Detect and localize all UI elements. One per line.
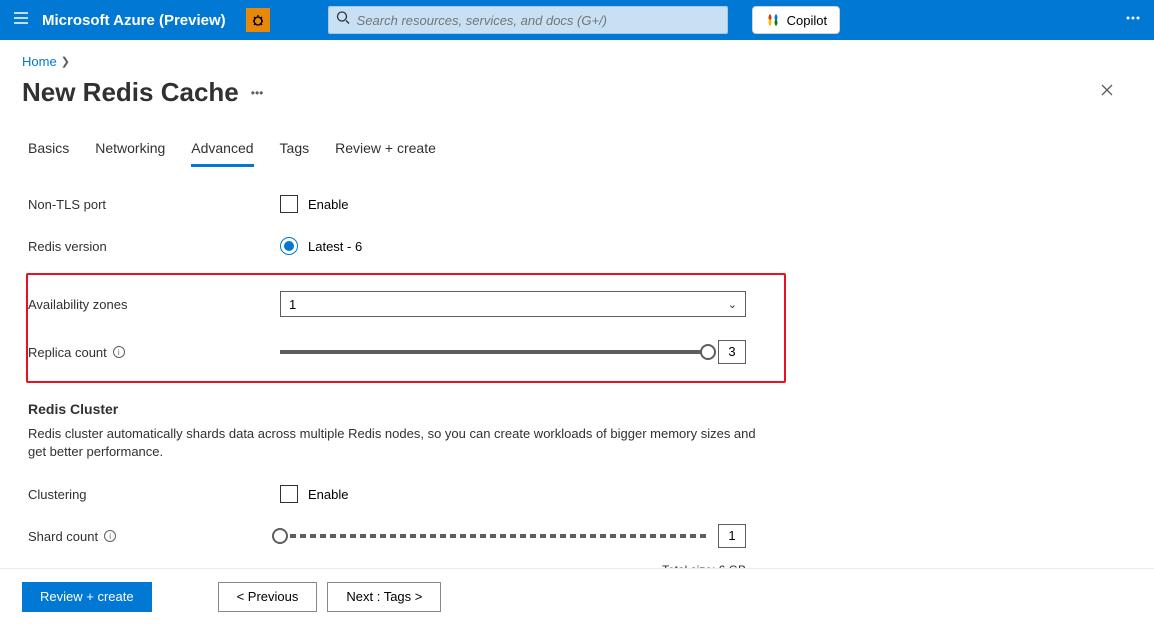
- tab-tags[interactable]: Tags: [280, 140, 310, 167]
- non-tls-checkbox[interactable]: [280, 195, 298, 213]
- label-non-tls: Non-TLS port: [28, 197, 280, 212]
- brand-title: Microsoft Azure (Preview): [42, 12, 226, 29]
- next-button[interactable]: Next : Tags >: [327, 582, 441, 612]
- tab-advanced[interactable]: Advanced: [191, 140, 253, 167]
- replica-value[interactable]: 3: [718, 340, 746, 364]
- clustering-enable-label: Enable: [308, 487, 348, 502]
- row-shard-count: Shard count i 1: [28, 521, 1126, 551]
- label-shard-count: Shard count i: [28, 529, 280, 544]
- search-wrap: [328, 6, 728, 34]
- bug-icon[interactable]: [246, 8, 270, 32]
- row-replica-count: Replica count i 3: [28, 337, 770, 367]
- redis-version-value: Latest - 6: [308, 239, 362, 254]
- page-title: New Redis Cache: [22, 77, 239, 108]
- row-redis-version: Redis version Latest - 6: [28, 231, 1126, 261]
- chevron-down-icon: ⌄: [728, 298, 737, 311]
- clustering-checkbox[interactable]: [280, 485, 298, 503]
- label-redis-version: Redis version: [28, 239, 280, 254]
- copilot-label: Copilot: [787, 13, 827, 28]
- info-icon[interactable]: i: [104, 530, 116, 542]
- search-input[interactable]: [328, 6, 728, 34]
- previous-button[interactable]: < Previous: [218, 582, 318, 612]
- shard-slider[interactable]: 1: [280, 524, 746, 548]
- row-clustering: Clustering Enable: [28, 479, 1126, 509]
- section-cluster-desc: Redis cluster automatically shards data …: [28, 425, 768, 461]
- title-more-icon[interactable]: •••: [251, 86, 264, 100]
- title-row: New Redis Cache •••: [0, 77, 1154, 118]
- breadcrumb: Home ❯: [0, 40, 1154, 77]
- tab-networking[interactable]: Networking: [95, 140, 165, 167]
- label-replica-count: Replica count i: [28, 345, 280, 360]
- review-create-button[interactable]: Review + create: [22, 582, 152, 612]
- availability-zones-dropdown[interactable]: 1 ⌄: [280, 291, 746, 317]
- section-cluster-head: Redis Cluster: [28, 401, 1126, 417]
- highlight-annotation: Availability zones 1 ⌄ Replica count i: [26, 273, 786, 383]
- row-non-tls: Non-TLS port Enable: [28, 189, 1126, 219]
- shard-value[interactable]: 1: [718, 524, 746, 548]
- label-clustering: Clustering: [28, 487, 280, 502]
- breadcrumb-home[interactable]: Home: [22, 54, 57, 69]
- replica-slider[interactable]: 3: [280, 340, 746, 364]
- footer: Review + create < Previous Next : Tags >: [0, 568, 1154, 624]
- replica-slider-thumb[interactable]: [700, 344, 716, 360]
- availability-zones-value: 1: [289, 297, 296, 312]
- info-icon[interactable]: i: [113, 346, 125, 358]
- tab-review[interactable]: Review + create: [335, 140, 436, 167]
- copilot-button[interactable]: Copilot: [752, 6, 840, 34]
- copilot-icon: [765, 12, 781, 28]
- chevron-right-icon: ❯: [61, 55, 70, 68]
- tab-basics[interactable]: Basics: [28, 140, 69, 167]
- more-icon[interactable]: [1124, 9, 1142, 32]
- hamburger-icon[interactable]: [12, 9, 30, 32]
- non-tls-enable-label: Enable: [308, 197, 348, 212]
- redis-version-radio[interactable]: [280, 237, 298, 255]
- label-availability-zones: Availability zones: [28, 297, 280, 312]
- content-area[interactable]: Basics Networking Advanced Tags Review +…: [0, 120, 1154, 568]
- top-bar: Microsoft Azure (Preview) Copilot: [0, 0, 1154, 40]
- close-icon[interactable]: [1100, 83, 1114, 102]
- row-availability-zones: Availability zones 1 ⌄: [28, 289, 770, 319]
- shard-slider-thumb[interactable]: [272, 528, 288, 544]
- search-icon: [336, 11, 350, 30]
- tabs: Basics Networking Advanced Tags Review +…: [28, 140, 1126, 167]
